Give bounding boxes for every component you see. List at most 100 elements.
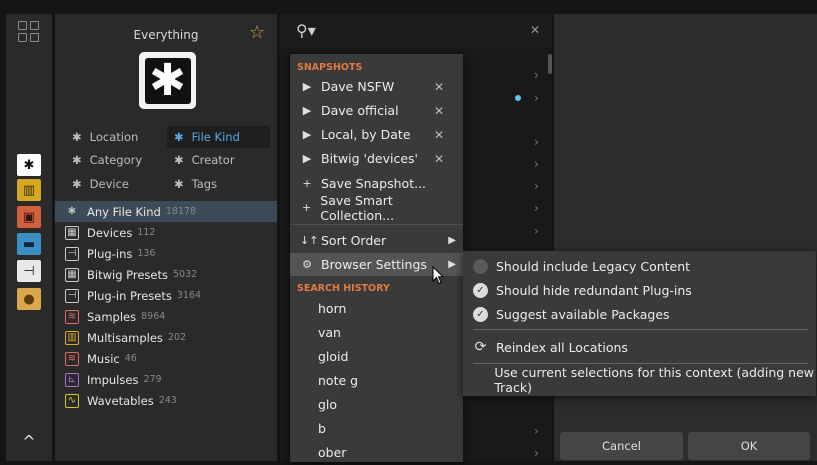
file-kind-row[interactable]: ⊾ Impulses 279 bbox=[55, 369, 277, 390]
file-kind-label: Multisamples bbox=[87, 330, 163, 345]
mouse-cursor-icon bbox=[432, 266, 445, 285]
filter-device[interactable]: ✱ Device bbox=[65, 173, 167, 195]
rail-button-note-fx[interactable]: ▬ bbox=[17, 233, 41, 255]
remove-icon[interactable]: ✕ bbox=[434, 80, 444, 94]
file-kind-count: 136 bbox=[137, 248, 156, 259]
plugin-preset-icon: ⊣ bbox=[65, 288, 79, 303]
plus-icon: + bbox=[302, 201, 312, 214]
reindex-item[interactable]: ⟳ Reindex all Locations bbox=[463, 335, 816, 359]
remove-icon[interactable]: ✕ bbox=[434, 104, 444, 118]
filter-panel: Everything ☆ ✱ ✱ Location ✱ File Kind ✱ Cat… bbox=[55, 14, 277, 461]
file-kind-count: 18178 bbox=[165, 206, 197, 217]
keys-icon: ▥ bbox=[65, 330, 79, 345]
history-item[interactable]: gloid bbox=[318, 349, 348, 364]
remove-icon[interactable]: ✕ bbox=[434, 152, 444, 166]
grid-view-icon[interactable] bbox=[18, 21, 40, 43]
asterisk-icon: ✱ bbox=[174, 177, 184, 191]
history-item[interactable]: b bbox=[318, 421, 326, 436]
play-icon: ▶ bbox=[302, 128, 312, 141]
asterisk-icon: ✱ bbox=[72, 130, 82, 144]
chevron-right-icon[interactable]: › bbox=[534, 446, 539, 460]
gear-icon: ⚙ bbox=[302, 258, 312, 271]
file-kind-row[interactable]: ▥ Multisamples 202 bbox=[55, 327, 277, 348]
history-item[interactable]: ober bbox=[318, 445, 346, 460]
panel-title: Everything bbox=[133, 28, 199, 42]
filter-category[interactable]: ✱ Category bbox=[65, 149, 167, 171]
search-icon[interactable]: ⚲▾ bbox=[296, 21, 316, 40]
save-smart-collection-item[interactable]: + Save Smart Collection... bbox=[290, 193, 463, 223]
browser-settings-submenu: Should include Legacy Content ✓ Should hi… bbox=[463, 251, 816, 396]
ok-button[interactable]: OK bbox=[688, 432, 810, 460]
chevron-right-icon[interactable]: › bbox=[534, 201, 539, 215]
file-kind-count: 3164 bbox=[176, 290, 202, 301]
plus-icon: + bbox=[302, 177, 312, 190]
legacy-content-toggle[interactable]: Should include Legacy Content bbox=[463, 254, 816, 278]
rail-button-instruments[interactable]: ▥ bbox=[17, 179, 41, 201]
file-kind-label: Samples bbox=[87, 309, 137, 324]
asterisk-icon: ✱ bbox=[174, 130, 184, 144]
cancel-button[interactable]: Cancel bbox=[560, 432, 683, 460]
collapse-up-icon[interactable]: ^ bbox=[19, 434, 39, 450]
history-item[interactable]: van bbox=[318, 325, 341, 340]
filter-location[interactable]: ✱ Location bbox=[65, 126, 167, 148]
pedal-icon: ▣ bbox=[22, 209, 36, 225]
submenu-arrow-icon: ▶ bbox=[448, 259, 456, 270]
remove-icon[interactable]: ✕ bbox=[434, 128, 444, 142]
plug-icon: ⊣ bbox=[65, 246, 79, 261]
chevron-right-icon[interactable]: › bbox=[534, 91, 539, 105]
file-kind-label: Plug-ins bbox=[87, 246, 133, 261]
file-kind-label: Plug-in Presets bbox=[87, 288, 172, 303]
hide-redundant-toggle[interactable]: ✓ Should hide redundant Plug-ins bbox=[463, 278, 816, 302]
note-fx-icon: ▬ bbox=[22, 236, 36, 252]
history-item[interactable]: horn bbox=[318, 301, 346, 316]
snapshot-item[interactable]: ▶ Dave NSFW ✕ bbox=[290, 75, 463, 98]
rail-button-user[interactable]: ● bbox=[17, 288, 41, 310]
use-current-selections-item[interactable]: Use current selections for this context … bbox=[463, 365, 816, 395]
file-kind-row[interactable]: ✱ Any File Kind 18178 bbox=[55, 201, 277, 222]
rail-button-all[interactable]: ✱ bbox=[17, 154, 41, 176]
search-bar[interactable]: ⚲▾ ✕ bbox=[280, 14, 552, 48]
snapshots-header: SNAPSHOTS bbox=[297, 62, 363, 73]
file-kind-row[interactable]: ≋ Samples 8964 bbox=[55, 306, 277, 327]
file-kind-count: 46 bbox=[124, 353, 137, 364]
file-kind-list: ✱ Any File Kind 18178 ▦ Devices 112 ⊣ Plug-ins 1… bbox=[55, 201, 277, 411]
file-kind-row[interactable]: ∿ Wavetables 243 bbox=[55, 390, 277, 411]
snapshot-item[interactable]: ▶ Dave official ✕ bbox=[290, 99, 463, 122]
file-kind-label: Any File Kind bbox=[87, 204, 161, 219]
clear-search-icon[interactable]: ✕ bbox=[530, 23, 540, 37]
file-kind-row[interactable]: ▦ Devices 112 bbox=[55, 222, 277, 243]
browser-window: ✱ ▥ ▣ ▬ ⊣ ● ^ Everything ☆ ✱ ✱ Location ✱… bbox=[0, 0, 817, 465]
chevron-right-icon[interactable]: › bbox=[534, 179, 539, 193]
chevron-right-icon[interactable]: › bbox=[534, 424, 539, 438]
suggest-packages-toggle[interactable]: ✓ Suggest available Packages bbox=[463, 302, 816, 326]
history-item[interactable]: note g bbox=[318, 373, 358, 388]
snapshot-item[interactable]: ▶ Bitwig 'devices' ✕ bbox=[290, 147, 463, 170]
file-kind-row[interactable]: ≋ Music 46 bbox=[55, 348, 277, 369]
results-scrollbar[interactable] bbox=[548, 54, 552, 74]
snapshot-item[interactable]: ▶ Local, by Date ✕ bbox=[290, 123, 463, 146]
submenu-arrow-icon: ▶ bbox=[448, 235, 456, 246]
piano-icon: ▥ bbox=[22, 182, 36, 198]
filter-file-kind[interactable]: ✱ File Kind bbox=[167, 126, 270, 148]
play-icon: ▶ bbox=[302, 80, 312, 93]
file-kind-row[interactable]: ⊣ Plug-ins 136 bbox=[55, 243, 277, 264]
chevron-right-icon[interactable]: › bbox=[534, 224, 539, 238]
asterisk-icon: ✱ bbox=[72, 177, 82, 191]
history-item[interactable]: glo bbox=[318, 397, 337, 412]
chevron-right-icon[interactable]: › bbox=[534, 68, 539, 82]
file-kind-row[interactable]: ⊣ Plug-in Presets 3164 bbox=[55, 285, 277, 306]
rail-button-plugins[interactable]: ⊣ bbox=[17, 260, 41, 282]
chevron-right-icon[interactable]: › bbox=[534, 135, 539, 149]
chevron-right-icon[interactable]: › bbox=[534, 157, 539, 171]
sort-icon: ↓↑ bbox=[300, 234, 319, 247]
asterisk-icon: ✱ bbox=[67, 206, 77, 217]
favorite-star-icon[interactable]: ☆ bbox=[249, 22, 265, 43]
file-kind-row[interactable]: ▦ Bitwig Presets 5032 bbox=[55, 264, 277, 285]
filter-tags[interactable]: ✱ Tags bbox=[167, 173, 270, 195]
rail-button-audio-fx[interactable]: ▣ bbox=[17, 206, 41, 228]
asterisk-icon: ✱ bbox=[23, 157, 35, 173]
sort-order-item[interactable]: ↓↑ Sort Order ▶ bbox=[290, 229, 463, 252]
filter-creator[interactable]: ✱ Creator bbox=[167, 149, 270, 171]
music-wave-icon: ≋ bbox=[65, 351, 79, 366]
file-kind-count: 243 bbox=[158, 395, 177, 406]
